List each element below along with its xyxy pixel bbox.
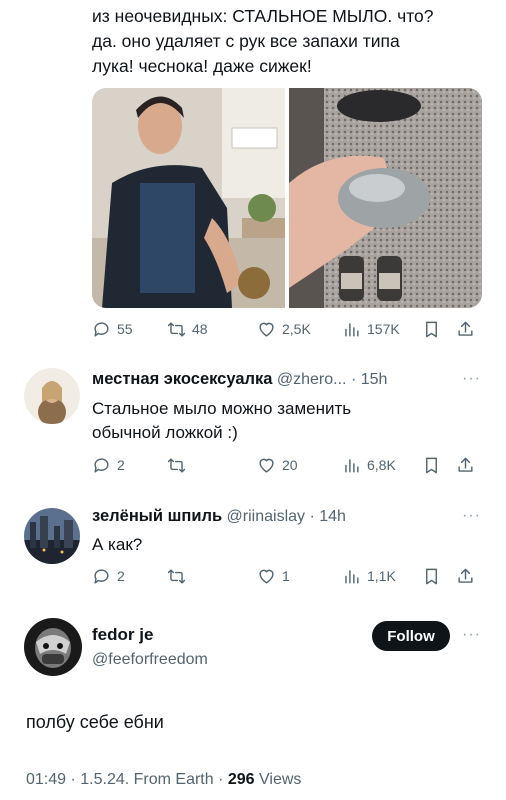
tweet-text: из неочевидных: СТАЛЬНОЕ МЫЛО. что? да. … xyxy=(92,4,492,79)
avatar-fedor-icon xyxy=(24,618,82,676)
more-options-icon[interactable]: ··· xyxy=(462,507,481,525)
like-button[interactable]: 20 xyxy=(257,454,298,476)
avatar[interactable] xyxy=(24,618,82,676)
share-button[interactable] xyxy=(456,318,475,340)
like-button[interactable]: 2,5K xyxy=(257,318,311,340)
heart-icon xyxy=(259,458,274,473)
share-icon xyxy=(458,321,473,336)
reply-header: зелёный шпиль @riinaislay · 14h xyxy=(92,507,346,526)
reply-text: Стальное мыло можно заменить обычной лож… xyxy=(92,397,351,445)
views-count: 6,8K xyxy=(367,457,396,473)
photo-woman-kitchen-icon xyxy=(92,88,285,308)
like-count: 2,5K xyxy=(282,321,311,337)
heart-icon xyxy=(259,322,274,337)
tweet-timestamp[interactable]: 01:49 · 1.5.24. From Earth · xyxy=(26,771,223,788)
user-handle[interactable]: @feeforfreedom xyxy=(92,651,208,669)
retweet-icon xyxy=(167,457,186,473)
display-name[interactable]: зелёный шпиль xyxy=(92,507,222,525)
like-count: 20 xyxy=(282,457,298,473)
bookmark-button[interactable] xyxy=(422,318,441,340)
retweet-icon xyxy=(167,321,186,337)
reply-text-line: А как? xyxy=(92,535,143,554)
reply-count: 2 xyxy=(117,457,125,473)
reply-text-line: Стальное мыло можно заменить xyxy=(92,399,352,418)
retweet-icon xyxy=(167,568,186,584)
views-button[interactable]: 6,8K xyxy=(342,454,396,476)
retweet-button[interactable]: 48 xyxy=(167,318,208,340)
bookmark-icon xyxy=(426,568,437,584)
tweet-text-line: лука! чеснока! даже сижек! xyxy=(92,56,312,76)
views-button[interactable]: 1,1K xyxy=(342,565,396,587)
timestamp[interactable]: · 14h xyxy=(309,508,345,525)
avatar[interactable] xyxy=(24,368,80,424)
photo-steel-soap-icon xyxy=(289,88,482,308)
reply-button[interactable]: 2 xyxy=(92,454,125,476)
tweet-actions: 55 48 2,5K 157K xyxy=(92,318,482,340)
views-total: 296 xyxy=(227,771,255,788)
views-count: 1,1K xyxy=(367,568,396,584)
reply-count: 2 xyxy=(117,568,125,584)
bookmark-button[interactable] xyxy=(422,454,441,476)
heart-icon xyxy=(259,569,274,584)
reply-text-line: обычной ложкой :) xyxy=(92,423,238,442)
more-options-icon[interactable]: ··· xyxy=(462,370,481,388)
timestamp[interactable]: · 15h xyxy=(351,371,387,388)
reply-icon xyxy=(94,457,109,473)
reply-actions: 2 20 6,8K xyxy=(92,454,482,476)
views-chart-icon xyxy=(345,569,359,584)
reply-actions: 2 1 1,1K xyxy=(92,565,482,587)
bookmark-icon xyxy=(426,321,437,337)
reply-button[interactable]: 2 xyxy=(92,565,125,587)
views-count: 157K xyxy=(367,321,400,337)
views-button[interactable]: 157K xyxy=(342,318,400,340)
like-count: 1 xyxy=(282,568,290,584)
avatar-green-spire-icon xyxy=(24,508,80,564)
media-photo-steel-soap[interactable] xyxy=(289,88,482,308)
share-icon xyxy=(458,457,473,472)
user-handle[interactable]: @riinaislay xyxy=(227,508,305,525)
focused-tweet-text: полбу себе ебни xyxy=(26,712,164,732)
like-button[interactable]: 1 xyxy=(257,565,290,587)
views-chart-icon xyxy=(345,322,359,337)
reply-button[interactable]: 55 xyxy=(92,318,133,340)
views-chart-icon xyxy=(345,458,359,473)
reply-count: 55 xyxy=(117,321,133,337)
tweet-text-line: из неочевидных: СТАЛЬНОЕ МЫЛО. что? xyxy=(92,6,434,26)
avatar-ecosexual-icon xyxy=(24,368,80,424)
media-photo-woman-kitchen[interactable] xyxy=(92,88,285,308)
reply-header: местная экосексуалка @zhero... · 15h xyxy=(92,370,387,389)
reply-icon xyxy=(94,321,109,337)
retweet-button[interactable] xyxy=(167,565,186,587)
display-name[interactable]: fedor je xyxy=(92,625,153,645)
retweet-button[interactable] xyxy=(167,454,186,476)
reply-icon xyxy=(94,568,109,584)
reply-text: А как? xyxy=(92,533,142,557)
avatar[interactable] xyxy=(24,508,80,564)
share-button[interactable] xyxy=(456,454,475,476)
tweet-meta: 01:49 · 1.5.24. From Earth · 296 Views xyxy=(26,771,301,789)
follow-button[interactable]: Follow xyxy=(372,621,450,651)
display-name[interactable]: местная экосексуалка xyxy=(92,370,272,388)
retweet-count: 48 xyxy=(192,321,208,337)
tweet-media[interactable] xyxy=(92,88,482,308)
views-label: Views xyxy=(259,771,302,788)
more-options-icon[interactable]: ··· xyxy=(462,626,481,644)
bookmark-icon xyxy=(426,457,437,473)
bookmark-button[interactable] xyxy=(422,565,441,587)
share-button[interactable] xyxy=(456,565,475,587)
user-handle[interactable]: @zhero... xyxy=(277,371,347,388)
share-icon xyxy=(458,568,473,583)
tweet-text-line: да. оно удаляет с рук все запахи типа xyxy=(92,31,400,51)
